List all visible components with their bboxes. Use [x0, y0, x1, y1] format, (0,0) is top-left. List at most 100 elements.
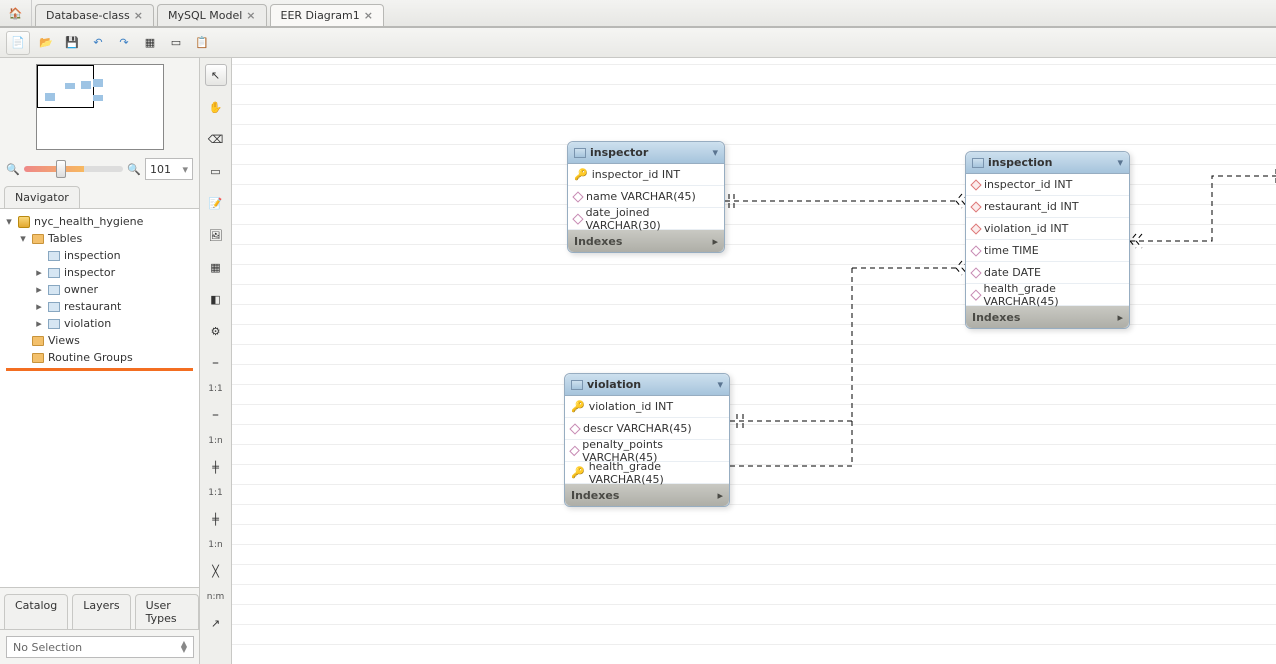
diamond-icon — [569, 423, 580, 434]
tree-tables[interactable]: ▾ Tables — [0, 230, 199, 247]
tool-rel-nm[interactable]: ╳ — [205, 560, 227, 582]
tab-layers[interactable]: Layers — [72, 594, 130, 629]
tab-label: Layers — [83, 599, 119, 612]
expand-icon[interactable]: ▾ — [18, 232, 28, 245]
align-button[interactable]: ▭ — [166, 33, 186, 53]
column-label: violation_id INT — [984, 222, 1068, 235]
tab-mysql-model[interactable]: MySQL Model × — [157, 4, 267, 26]
column-row[interactable]: time TIME — [966, 240, 1129, 262]
image-icon: 🖼 — [209, 229, 223, 242]
tool-table[interactable]: ▦ — [205, 256, 227, 278]
zoom-in-icon[interactable]: 🔍 — [127, 163, 141, 176]
close-icon[interactable]: × — [246, 9, 255, 22]
tab-database-class[interactable]: Database-class × — [35, 4, 154, 26]
tool-rel-1n[interactable]: ⎯ — [205, 404, 227, 426]
stepper-icon[interactable]: ▲▼ — [181, 641, 187, 653]
tool-routine[interactable]: ⚙ — [205, 320, 227, 342]
tab-catalog[interactable]: Catalog — [4, 594, 68, 629]
zoom-slider[interactable] — [24, 166, 124, 172]
column-row[interactable]: date_joined VARCHAR(30) — [568, 208, 724, 230]
tool-image[interactable]: 🖼 — [205, 224, 227, 246]
tree-item-owner[interactable]: ▸owner — [0, 281, 199, 298]
diamond-icon — [970, 179, 981, 190]
tool-hand[interactable]: ✋ — [205, 96, 227, 118]
column-row[interactable]: 🔑inspector_id INT — [568, 164, 724, 186]
tool-view[interactable]: ◧ — [205, 288, 227, 310]
redo-button[interactable]: ↷ — [114, 33, 134, 53]
tool-strip: ↖ ✋ ⌫ ▭ 📝 🖼 ▦ ◧ ⚙ ⎯ 1:1 ⎯ 1:n ╪ 1:1 ╪ 1:… — [200, 58, 232, 664]
chevron-down-icon[interactable]: ▾ — [717, 378, 723, 391]
indexes-footer[interactable]: Indexes▸ — [565, 484, 729, 506]
close-icon[interactable]: × — [134, 9, 143, 22]
expand-icon[interactable]: ▾ — [4, 215, 14, 228]
entity-header[interactable]: inspection▾ — [966, 152, 1129, 174]
chevron-right-icon: ▸ — [1117, 311, 1123, 324]
column-row[interactable]: health_grade VARCHAR(45) — [966, 284, 1129, 306]
minimap-item — [65, 83, 75, 89]
tree-views[interactable]: Views — [0, 332, 199, 349]
tree-item-violation[interactable]: ▸violation — [0, 315, 199, 332]
column-label: health_grade VARCHAR(45) — [589, 460, 723, 486]
table-icon — [48, 319, 60, 329]
open-button[interactable]: 📂 — [36, 33, 56, 53]
tree-item-restaurant[interactable]: ▸restaurant — [0, 298, 199, 315]
slider-thumb[interactable] — [56, 160, 66, 178]
tree-item-inspection[interactable]: inspection — [0, 247, 199, 264]
tool-rel-d11[interactable]: ╪ — [205, 456, 227, 478]
zoom-out-icon[interactable]: 🔍 — [6, 163, 20, 176]
close-icon[interactable]: × — [364, 9, 373, 22]
selection-dropdown[interactable]: No Selection ▲▼ — [6, 636, 194, 658]
tool-layer[interactable]: ▭ — [205, 160, 227, 182]
minimap[interactable] — [36, 64, 164, 150]
entity-header[interactable]: inspector▾ — [568, 142, 724, 164]
zoom-value[interactable]: 101 ▾ — [145, 158, 193, 180]
folder-icon — [32, 353, 44, 363]
tool-rel-11[interactable]: ⎯ — [205, 352, 227, 374]
tab-label: MySQL Model — [168, 9, 242, 22]
column-row[interactable]: 🔑health_grade VARCHAR(45) — [565, 462, 729, 484]
tool-rel-existing[interactable]: ↗ — [205, 612, 227, 634]
entity-header[interactable]: violation▾ — [565, 374, 729, 396]
grid-button[interactable]: ▦ — [140, 33, 160, 53]
table-icon — [48, 302, 60, 312]
diagram-canvas[interactable]: inspector▾ 🔑inspector_id INT name VARCHA… — [232, 58, 1276, 664]
column-row[interactable]: 🔑violation_id INT — [565, 396, 729, 418]
expand-icon[interactable]: ▸ — [34, 300, 44, 313]
notes-button[interactable]: 📋 — [192, 33, 212, 53]
chevron-down-icon[interactable]: ▾ — [182, 163, 188, 176]
tool-eraser[interactable]: ⌫ — [205, 128, 227, 150]
new-file-button[interactable]: 📄 — [6, 31, 30, 55]
expand-icon[interactable]: ▸ — [34, 266, 44, 279]
footer-label: Indexes — [574, 235, 622, 248]
tool-rel-d1n[interactable]: ╪ — [205, 508, 227, 530]
tool-note[interactable]: 📝 — [205, 192, 227, 214]
expand-icon[interactable]: ▸ — [34, 317, 44, 330]
tree-label: inspector — [64, 266, 115, 279]
tab-eer-diagram[interactable]: EER Diagram1 × — [270, 4, 385, 26]
tab-navigator[interactable]: Navigator — [4, 186, 80, 208]
undo-button[interactable]: ↶ — [88, 33, 108, 53]
column-row[interactable]: violation_id INT — [966, 218, 1129, 240]
indexes-footer[interactable]: Indexes▸ — [568, 230, 724, 252]
tree-item-inspector[interactable]: ▸ inspector — [0, 264, 199, 281]
column-row[interactable]: restaurant_id INT — [966, 196, 1129, 218]
entity-violation[interactable]: violation▾ 🔑violation_id INT descr VARCH… — [564, 373, 730, 507]
chevron-down-icon[interactable]: ▾ — [712, 146, 718, 159]
tree-db[interactable]: ▾ nyc_health_hygiene — [0, 213, 199, 230]
notes-icon: 📋 — [195, 36, 209, 49]
expand-icon[interactable]: ▸ — [34, 283, 44, 296]
indexes-footer[interactable]: Indexes▸ — [966, 306, 1129, 328]
column-label: inspector_id INT — [592, 168, 680, 181]
save-button[interactable]: 💾 — [62, 33, 82, 53]
left-panel: 🔍 🔍 101 ▾ Navigator ▾ nyc_health_hygiene… — [0, 58, 200, 664]
entity-inspection[interactable]: inspection▾ inspector_id INT restaurant_… — [965, 151, 1130, 329]
eraser-icon: ⌫ — [208, 133, 224, 146]
chevron-down-icon[interactable]: ▾ — [1117, 156, 1123, 169]
column-row[interactable]: inspector_id INT — [966, 174, 1129, 196]
entity-inspector[interactable]: inspector▾ 🔑inspector_id INT name VARCHA… — [567, 141, 725, 253]
tab-user-types[interactable]: User Types — [135, 594, 199, 629]
tree-routines[interactable]: Routine Groups — [0, 349, 199, 366]
table-icon — [972, 158, 984, 168]
tool-pointer[interactable]: ↖ — [205, 64, 227, 86]
home-tab[interactable]: 🏠 — [0, 0, 32, 26]
